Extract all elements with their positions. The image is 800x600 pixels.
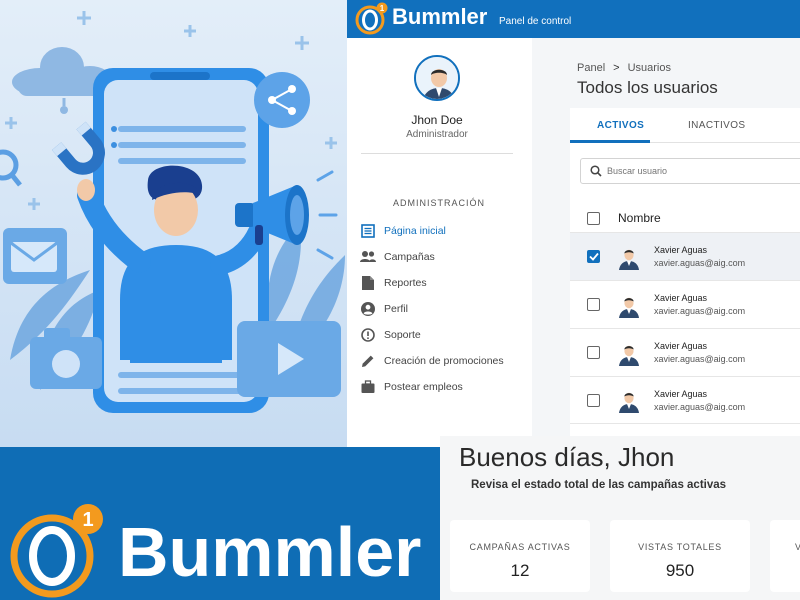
users-card: ACTIVOS INACTIVOS Nombre (570, 108, 800, 447)
select-all-checkbox[interactable] (587, 211, 600, 225)
stat-label: VISTAS TOTALES (638, 542, 722, 552)
table-row[interactable]: Xavier Aguas xavier.aguas@aig.com (570, 232, 800, 280)
people-icon (360, 249, 376, 265)
brand-name[interactable]: Bummler (392, 4, 487, 30)
sidebar-item-perfil[interactable]: Perfil (360, 300, 408, 318)
column-header-nombre[interactable]: Nombre (618, 211, 661, 225)
admin-panel: 1 Bummler Panel de control Jhon Doe Admi… (347, 0, 800, 447)
user-row-name: Xavier Aguas (654, 341, 708, 351)
marketing-illustration (0, 0, 347, 447)
sidebar-item-pagina-inicial[interactable]: Página inicial (360, 222, 446, 240)
sidebar: Jhon Doe Administrador ADMINISTRACIÓN Pá… (347, 38, 532, 447)
user-row-email: xavier.aguas@aig.com (654, 258, 746, 268)
table-row[interactable]: Xavier Aguas xavier.aguas@aig.com (570, 328, 800, 376)
sidebar-section-title: ADMINISTRACIÓN (393, 198, 486, 208)
account-circle-icon (360, 301, 376, 317)
sidebar-divider (361, 153, 513, 154)
row-checkbox[interactable] (587, 393, 600, 407)
avatar (619, 345, 639, 366)
bummler-logo-icon: 1 (10, 504, 103, 598)
breadcrumb-usuarios: Usuarios (627, 62, 671, 74)
sidebar-item-label: Campañas (384, 251, 435, 263)
table-row[interactable]: Xavier Aguas xavier.aguas@aig.com (570, 376, 800, 424)
check-icon (588, 252, 599, 261)
table-header: Nombre (570, 204, 800, 232)
search-icon (585, 165, 607, 177)
user-row-name: Xavier Aguas (654, 388, 708, 399)
sidebar-item-creacion-promociones[interactable]: Creación de promociones (360, 352, 504, 370)
stat-card-partial[interactable]: V (770, 520, 800, 592)
user-row-name: Xavier Aguas (654, 245, 708, 255)
sidebar-item-label: Página inicial (384, 225, 446, 237)
search-box (580, 158, 800, 184)
stat-value: 950 (665, 561, 695, 580)
user-row-email: xavier.aguas@aig.com (654, 401, 746, 412)
illustration-art (0, 0, 347, 447)
search-input[interactable] (607, 166, 787, 176)
avatar (619, 297, 639, 318)
sidebar-item-label: Creación de promociones (384, 355, 504, 367)
avatar (619, 392, 639, 413)
sidebar-item-postear-empleos[interactable]: Postear empleos (360, 378, 463, 396)
active-tab-indicator (570, 140, 650, 143)
brand-name-large: Bummler (118, 513, 422, 591)
user-row-email: xavier.aguas@aig.com (654, 354, 746, 364)
stat-card-campanas-activas[interactable]: CAMPAÑAS ACTIVAS 12 (450, 520, 590, 592)
row-checkbox[interactable] (587, 346, 600, 359)
user-row-name: Xavier Aguas (654, 293, 708, 303)
stat-card-vistas-totales[interactable]: VISTAS TOTALES 950 (610, 520, 750, 592)
tab-activos[interactable]: ACTIVOS (597, 120, 644, 131)
sidebar-item-label: Postear empleos (384, 381, 463, 393)
dashboard-panel: Buenos días, Jhon Revisa el estado total… (440, 436, 800, 600)
brand-subtitle: Panel de control (499, 16, 572, 27)
pencil-icon (360, 353, 376, 369)
sidebar-item-reportes[interactable]: Reportes (360, 274, 427, 292)
user-row-email: xavier.aguas@aig.com (654, 306, 746, 316)
user-role: Administrador (406, 129, 468, 140)
row-checkbox[interactable] (587, 250, 600, 263)
row-checkbox[interactable] (587, 298, 600, 311)
greeting-title: Buenos días, Jhon (459, 442, 675, 472)
sidebar-item-label: Perfil (384, 303, 408, 315)
breadcrumb: Panel > Usuarios (577, 62, 671, 74)
table-row[interactable]: Xavier Aguas xavier.aguas@aig.com (570, 280, 800, 328)
dashboard-icon (360, 223, 376, 239)
user-avatar[interactable] (414, 55, 460, 101)
document-icon (360, 275, 376, 291)
user-avatar-icon (416, 57, 458, 99)
stat-value: 12 (510, 561, 530, 580)
logo-icon[interactable]: 1 (355, 2, 389, 36)
sidebar-item-campanas[interactable]: Campañas (360, 248, 435, 266)
sidebar-item-label: Soporte (384, 329, 421, 341)
avatar (619, 249, 639, 270)
main-content: Panel > Usuarios Todos los usuarios ACTI… (532, 38, 800, 447)
user-name: Jhon Doe (411, 113, 463, 127)
sidebar-item-soporte[interactable]: Soporte (360, 326, 421, 344)
alert-circle-icon (360, 327, 376, 343)
svg-text:1: 1 (82, 509, 93, 531)
breadcrumb-panel[interactable]: Panel (577, 62, 605, 74)
svg-text:1: 1 (380, 4, 385, 13)
stat-label: CAMPAÑAS ACTIVAS (469, 542, 571, 552)
stat-label: V (795, 542, 800, 552)
greeting-subtitle: Revisa el estado total de las campañas a… (471, 479, 727, 491)
top-app-bar: 1 Bummler Panel de control (347, 0, 800, 38)
breadcrumb-separator: > (613, 62, 620, 74)
page-title: Todos los usuarios (577, 78, 718, 97)
briefcase-icon (360, 379, 376, 395)
tab-bar: ACTIVOS INACTIVOS (570, 108, 800, 143)
sidebar-item-label: Reportes (384, 277, 427, 289)
tab-inactivos[interactable]: INACTIVOS (688, 120, 746, 131)
